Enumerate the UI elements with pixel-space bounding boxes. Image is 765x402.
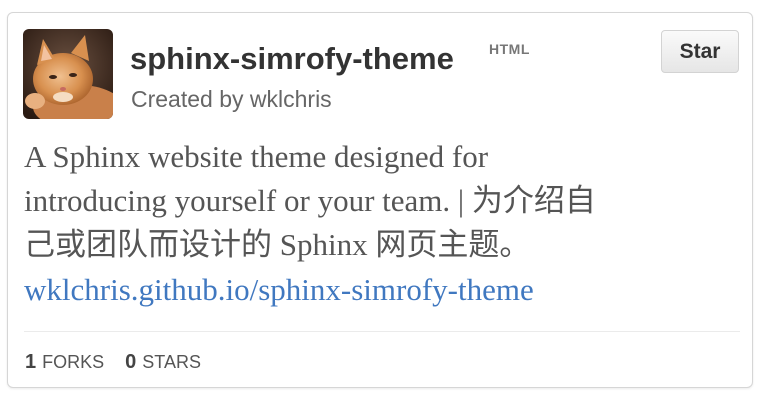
stars-count: 0 [125, 351, 137, 373]
stars-label: STARS [142, 352, 201, 372]
description-line: introducing yourself or your team. | 为介绍… [24, 183, 596, 218]
star-button[interactable]: Star [661, 30, 739, 73]
description-line: A Sphinx website theme designed for [24, 139, 489, 174]
repo-description: A Sphinx website theme designed for intr… [24, 135, 724, 267]
forks-label: FORKS [42, 352, 105, 372]
repo-creator: Created by wklchris [131, 86, 332, 112]
homepage-link[interactable]: wklchris.github.io/sphinx-simrofy-theme [24, 268, 534, 312]
language-badge: HTML [489, 41, 530, 57]
repo-stats: 1 FORKS 0 STARS [25, 350, 217, 374]
repo-card: sphinx-simrofy-theme HTML Created by wkl… [7, 12, 753, 388]
forks-stat[interactable]: 1 FORKS [25, 351, 109, 373]
stars-stat[interactable]: 0 STARS [125, 351, 201, 373]
repo-name-link[interactable]: sphinx-simrofy-theme [130, 37, 454, 81]
description-line: 己或团队而设计的 Sphinx 网页主题。 [24, 227, 531, 262]
divider [24, 331, 740, 332]
kitten-avatar-icon[interactable] [23, 29, 113, 119]
forks-count: 1 [25, 351, 37, 373]
